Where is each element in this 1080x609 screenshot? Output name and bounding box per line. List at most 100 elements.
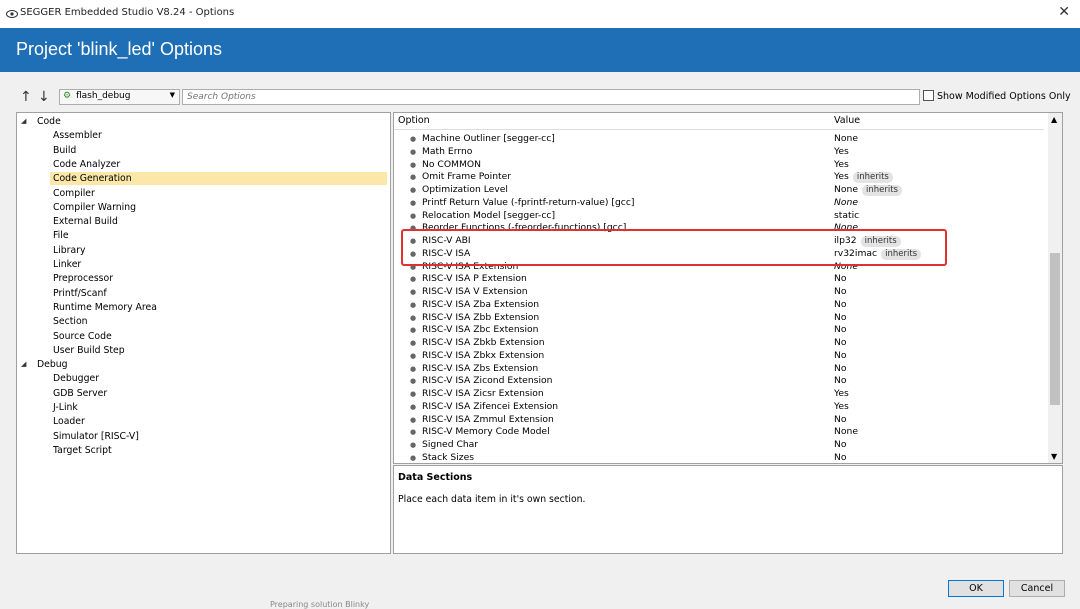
- column-header-option[interactable]: Option: [394, 113, 835, 130]
- scrollbar-thumb[interactable]: [1050, 253, 1060, 405]
- option-row[interactable]: ● Signed Char No: [394, 439, 1046, 452]
- option-row[interactable]: ● RISC-V ISA Zicsr Extension Yes: [394, 388, 1046, 401]
- option-value[interactable]: No: [834, 452, 847, 463]
- bullet-icon: ●: [410, 198, 417, 207]
- tree-item[interactable]: Linker: [50, 258, 81, 271]
- option-row[interactable]: ● RISC-V ISA Zbs Extension No: [394, 363, 1046, 376]
- option-row[interactable]: ● RISC-V ISA Extension None: [394, 261, 1046, 274]
- option-value[interactable]: None: [834, 222, 858, 235]
- option-value[interactable]: None: [834, 426, 858, 439]
- option-row[interactable]: ● RISC-V ISA Zmmul Extension No: [394, 414, 1046, 427]
- option-value-text: None: [834, 184, 858, 195]
- tree-item[interactable]: Code Generation: [50, 172, 387, 186]
- tree-item[interactable]: Compiler: [50, 187, 95, 200]
- option-value[interactable]: No: [834, 273, 847, 286]
- tree-item[interactable]: Printf/Scanf: [50, 287, 107, 300]
- option-value[interactable]: None: [834, 197, 858, 210]
- tree-group-label: Debug: [37, 359, 68, 371]
- tree-item[interactable]: Preprocessor: [50, 272, 113, 285]
- tree-item[interactable]: Source Code: [50, 330, 112, 343]
- option-row[interactable]: ● RISC-V ISA P Extension No: [394, 273, 1046, 286]
- tree-item[interactable]: Assembler: [50, 129, 102, 142]
- option-row[interactable]: ● Machine Outliner [segger-cc] None: [394, 133, 1046, 146]
- tree-item[interactable]: Simulator [RISC-V]: [50, 430, 139, 443]
- option-value[interactable]: No: [834, 324, 847, 337]
- option-value[interactable]: No: [834, 375, 847, 388]
- option-row[interactable]: ● RISC-V ISA Zbkb Extension No: [394, 337, 1046, 350]
- option-value[interactable]: Yes: [834, 159, 849, 172]
- option-value[interactable]: ilp32 inherits: [834, 235, 901, 248]
- search-field[interactable]: [182, 89, 920, 105]
- tree-item[interactable]: File: [50, 229, 69, 242]
- option-row[interactable]: ● Reorder Functions (-freorder-functions)…: [394, 222, 1046, 235]
- option-value-text: No: [834, 298, 847, 310]
- option-name: No COMMON: [422, 158, 482, 170]
- tree-item[interactable]: Runtime Memory Area: [50, 301, 157, 314]
- tree-item[interactable]: Compiler Warning: [50, 201, 136, 214]
- option-row[interactable]: ● Printf Return Value (-fprintf-return-va…: [394, 197, 1046, 210]
- scroll-up-icon[interactable]: ▲: [1051, 115, 1057, 124]
- up-arrow-icon[interactable]: ↑: [20, 90, 32, 104]
- tree-item[interactable]: Library: [50, 244, 86, 257]
- tree-item[interactable]: Target Script: [50, 444, 112, 457]
- tree-item[interactable]: J-Link: [50, 401, 78, 414]
- option-value[interactable]: Yes: [834, 388, 849, 401]
- option-value[interactable]: rv32imac inherits: [834, 248, 922, 261]
- option-row[interactable]: ● RISC-V ISA Zbb Extension No: [394, 312, 1046, 325]
- option-value[interactable]: static: [834, 210, 859, 223]
- option-value[interactable]: Yes inherits: [834, 171, 893, 184]
- option-row[interactable]: ● RISC-V ISA Zbkx Extension No: [394, 350, 1046, 363]
- option-row[interactable]: ● RISC-V ISA rv32imac inherits: [394, 248, 1046, 261]
- column-header-value[interactable]: Value: [831, 113, 1044, 130]
- option-value[interactable]: No: [834, 350, 847, 363]
- search-input[interactable]: [183, 90, 907, 104]
- tree-item[interactable]: External Build: [50, 215, 118, 228]
- option-row[interactable]: ● Stack Sizes No: [394, 452, 1046, 463]
- close-icon[interactable]: ✕: [1058, 4, 1070, 20]
- tree-item[interactable]: Debugger: [50, 372, 99, 385]
- tree-item[interactable]: Code Analyzer: [50, 158, 120, 171]
- option-row[interactable]: ● Omit Frame Pointer Yes inherits: [394, 171, 1046, 184]
- tree-item[interactable]: Section: [50, 315, 88, 328]
- option-row[interactable]: ● Optimization Level None inherits: [394, 184, 1046, 197]
- option-row[interactable]: ● RISC-V Memory Code Model None: [394, 426, 1046, 439]
- tree-item[interactable]: Loader: [50, 415, 85, 428]
- expand-arrow-icon[interactable]: ◢: [21, 358, 26, 371]
- option-value[interactable]: Yes: [834, 401, 849, 414]
- bullet-icon: ●: [410, 237, 417, 245]
- ok-button[interactable]: OK: [948, 580, 1004, 597]
- option-row[interactable]: ● RISC-V ISA V Extension No: [394, 286, 1046, 299]
- tree-item[interactable]: GDB Server: [50, 387, 107, 400]
- options-scrollbar[interactable]: ▲ ▼: [1048, 113, 1062, 463]
- option-row[interactable]: ● Math Errno Yes: [394, 146, 1046, 159]
- cancel-button[interactable]: Cancel: [1009, 580, 1065, 597]
- option-row[interactable]: ● RISC-V ABI ilp32 inherits: [394, 235, 1046, 248]
- option-row[interactable]: ● No COMMON Yes: [394, 159, 1046, 172]
- down-arrow-icon[interactable]: ↓: [38, 90, 50, 104]
- option-value[interactable]: No: [834, 299, 847, 312]
- inherits-badge: inherits: [861, 185, 902, 196]
- option-value[interactable]: None: [834, 261, 858, 274]
- option-row[interactable]: ● RISC-V ISA Zbc Extension No: [394, 324, 1046, 337]
- option-value[interactable]: No: [834, 414, 847, 427]
- option-value[interactable]: Yes: [834, 146, 849, 159]
- option-value[interactable]: None inherits: [834, 184, 902, 197]
- option-value[interactable]: No: [834, 363, 847, 376]
- option-row[interactable]: ● RISC-V ISA Zifencei Extension Yes: [394, 401, 1046, 414]
- option-value[interactable]: No: [834, 312, 847, 325]
- option-value[interactable]: No: [834, 337, 847, 350]
- option-row[interactable]: ● RISC-V ISA Zba Extension No: [394, 299, 1046, 312]
- checkbox-box[interactable]: [923, 90, 934, 101]
- option-row[interactable]: ● Relocation Model [segger-cc] static: [394, 210, 1046, 223]
- option-value[interactable]: No: [834, 286, 847, 299]
- show-modified-checkbox[interactable]: Show Modified Options Only: [923, 90, 1071, 102]
- tree-item[interactable]: Build: [50, 144, 76, 157]
- option-row[interactable]: ● RISC-V ISA Zicond Extension No: [394, 375, 1046, 388]
- option-value[interactable]: None: [834, 133, 858, 146]
- expand-arrow-icon[interactable]: ◢: [21, 115, 26, 128]
- tree-item[interactable]: User Build Step: [50, 344, 125, 357]
- option-value-text: Yes: [834, 171, 849, 183]
- option-value[interactable]: No: [834, 439, 847, 452]
- scroll-down-icon[interactable]: ▼: [1051, 452, 1057, 461]
- configuration-dropdown[interactable]: ⚙ flash_debug ▼: [59, 89, 180, 105]
